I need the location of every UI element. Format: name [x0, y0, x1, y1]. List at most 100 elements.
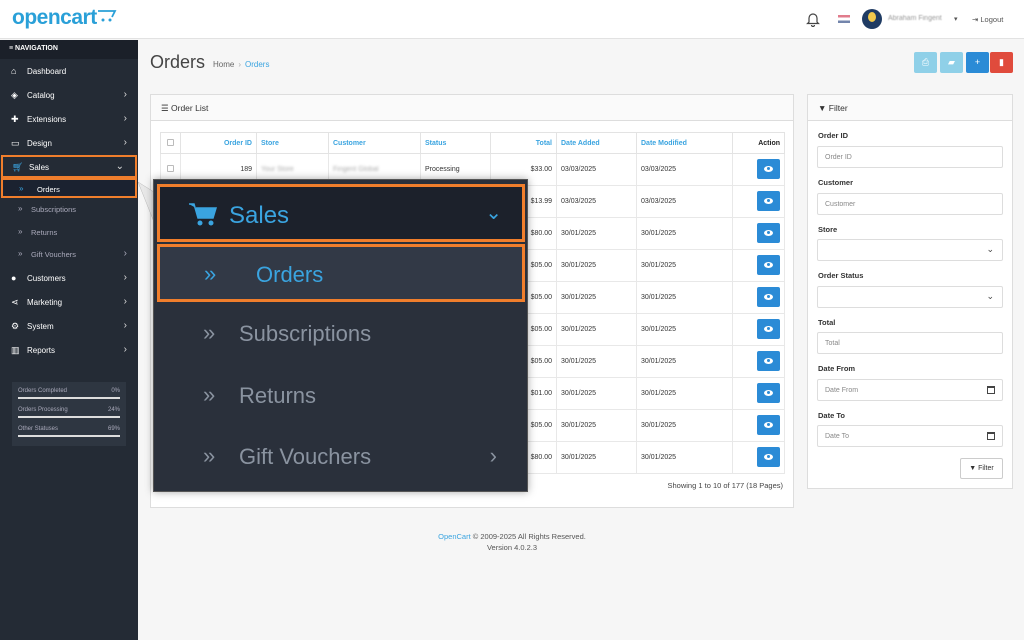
home-icon: ⌂	[11, 66, 17, 76]
sidebar-sub-gift-vouchers[interactable]: » Gift Vouchers ›	[0, 243, 138, 266]
share-icon: ⋖	[11, 296, 19, 307]
bar-chart-icon: ▥	[11, 344, 20, 355]
sidebar-sub-subscriptions[interactable]: » Subscriptions	[0, 198, 138, 221]
filter-label: Customer	[818, 178, 854, 187]
filter-button[interactable]: ▼ Filter	[960, 458, 1003, 479]
sidebar-item-label: System	[27, 321, 54, 331]
cell-action	[732, 345, 785, 378]
footer-link[interactable]: OpenCart	[438, 532, 471, 541]
calendar-icon[interactable]	[987, 386, 995, 394]
date-to-placeholder: Date To	[825, 433, 849, 440]
cell-date-modified: 30/01/2025	[636, 281, 733, 314]
zoom-gift-vouchers-item[interactable]: » Gift Vouchers ›	[157, 429, 525, 487]
view-order-button[interactable]	[757, 446, 780, 467]
cell-date-modified: 30/01/2025	[636, 249, 733, 282]
print-shipping-button[interactable]: ▰	[940, 52, 963, 73]
select-all-checkbox[interactable]	[160, 132, 181, 154]
add-order-button[interactable]: +	[966, 52, 989, 73]
sidebar-item-design[interactable]: ▭ Design ›	[0, 131, 138, 155]
sidebar-item-catalog[interactable]: ◈ Catalog ›	[0, 83, 138, 107]
puzzle-icon: ✚	[11, 114, 19, 124]
gear-icon: ⚙︎	[11, 320, 20, 331]
footer-copyright: OpenCart © 2009-2025 All Rights Reserved…	[138, 532, 886, 541]
col-total[interactable]: Total	[490, 132, 557, 154]
bell-icon[interactable]	[806, 11, 820, 27]
breadcrumb-home[interactable]: Home	[213, 60, 234, 69]
order-list-header: ☰ Order List	[151, 95, 793, 121]
chevron-right-icon: ›	[123, 89, 127, 100]
user-name[interactable]: Abraham Fingent	[888, 15, 942, 22]
col-date-modified[interactable]: Date Modified	[636, 132, 733, 154]
zoom-returns-item[interactable]: » Returns	[157, 368, 525, 426]
breadcrumb-current[interactable]: Orders	[245, 60, 269, 69]
order-stats: Orders Completed 0% Orders Processing 24% …	[12, 382, 126, 446]
list-icon: ☰	[161, 103, 169, 113]
sidebar-sub-label: Returns	[31, 227, 58, 237]
delete-button[interactable]: ▮	[990, 52, 1013, 73]
print-invoice-button[interactable]: ⎙	[914, 52, 937, 73]
sidebar-sub-returns[interactable]: » Returns	[0, 221, 138, 244]
col-customer[interactable]: Customer	[328, 132, 421, 154]
view-order-button[interactable]	[757, 350, 780, 371]
zoom-returns-label: Returns	[239, 383, 317, 408]
col-status[interactable]: Status	[420, 132, 491, 154]
view-order-button[interactable]	[757, 382, 780, 403]
logo[interactable]: opencart	[12, 6, 97, 30]
date-to-input[interactable]: Date To	[817, 425, 1003, 447]
sidebar-item-customers[interactable]: ● Customers ›	[0, 266, 138, 290]
total-input[interactable]: Total	[817, 332, 1003, 354]
view-order-button[interactable]	[757, 318, 780, 339]
date-from-input[interactable]: Date From	[817, 379, 1003, 401]
zoom-sales-label: Sales	[229, 202, 290, 229]
language-flag-icon[interactable]	[838, 15, 850, 23]
date-from-placeholder: Date From	[825, 387, 859, 394]
page-title: Orders	[150, 52, 206, 72]
stat-bar	[18, 435, 120, 437]
store-select[interactable]: ⌄	[817, 239, 1003, 261]
chevron-down-icon[interactable]: ▾	[954, 15, 958, 23]
sidebar-sub-orders[interactable]: » Orders	[1, 178, 137, 198]
logout-link[interactable]: ⇥ Logout	[972, 15, 1003, 24]
truck-icon: ▰	[948, 57, 955, 67]
customer-input[interactable]: Customer	[817, 193, 1003, 215]
chevron-right-icon: ›	[123, 319, 127, 331]
double-chevron-icon: »	[203, 443, 216, 468]
col-store[interactable]: Store	[256, 132, 329, 154]
view-order-button[interactable]	[757, 254, 780, 275]
cell-action	[732, 185, 785, 218]
filter-icon: ▼	[818, 103, 827, 113]
zoom-subscriptions-item[interactable]: » Subscriptions	[157, 306, 525, 364]
sidebar-item-system[interactable]: ⚙︎ System ›	[0, 314, 138, 338]
chevron-down-icon: ⌄	[115, 161, 124, 172]
sidebar-item-marketing[interactable]: ⋖ Marketing ›	[0, 290, 138, 314]
double-chevron-icon: »	[19, 184, 24, 193]
view-order-button[interactable]	[757, 190, 780, 211]
cell-date-added: 30/01/2025	[556, 377, 637, 410]
sidebar-item-reports[interactable]: ▥ Reports ›	[0, 338, 138, 362]
double-chevron-icon: »	[18, 226, 23, 236]
sidebar-item-sales[interactable]: 🛒︎ Sales ⌄	[1, 155, 137, 178]
stat-bar	[18, 397, 120, 399]
avatar[interactable]	[862, 9, 882, 29]
trash-icon: ▮	[999, 57, 1004, 67]
sidebar-item-extensions[interactable]: ✚ Extensions ›	[0, 107, 138, 131]
zoom-sales-item[interactable]: Sales ⌄	[157, 184, 525, 242]
order-status-select[interactable]: ⌄	[817, 286, 1003, 308]
view-order-button[interactable]	[757, 158, 780, 179]
view-order-button[interactable]	[757, 286, 780, 307]
sidebar-item-label: Customers	[27, 273, 66, 283]
calendar-icon[interactable]	[987, 432, 995, 440]
view-order-button[interactable]	[757, 414, 780, 435]
order-id-input[interactable]: Order ID	[817, 146, 1003, 168]
sidebar-sub-label: Orders	[37, 185, 60, 194]
col-date-added[interactable]: Date Added	[556, 132, 637, 154]
cell-date-added: 30/01/2025	[556, 409, 637, 442]
cell-date-modified: 03/03/2025	[636, 185, 733, 218]
zoom-gift-vouchers-label: Gift Vouchers	[239, 444, 372, 469]
logout-icon: ⇥	[972, 15, 979, 24]
cart-icon: 🛒︎	[12, 162, 24, 172]
sidebar-item-dashboard[interactable]: ⌂ Dashboard	[0, 59, 138, 83]
col-order-id[interactable]: Order ID	[180, 132, 257, 154]
zoom-orders-item[interactable]: » Orders	[157, 244, 525, 302]
view-order-button[interactable]	[757, 222, 780, 243]
